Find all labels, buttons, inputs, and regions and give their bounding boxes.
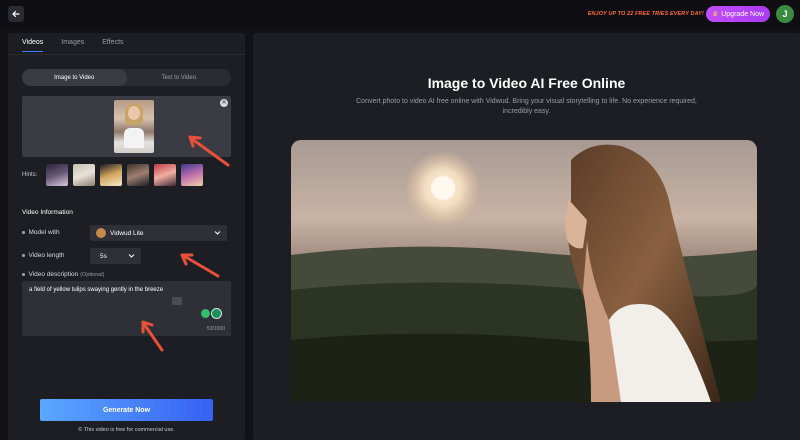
generate-button[interactable]: Generate Now — [40, 399, 213, 421]
description-text: a field of yellow tulips swaying gently … — [29, 287, 164, 293]
hints-label: Hints: — [22, 172, 38, 178]
length-select[interactable]: 5s — [90, 248, 141, 264]
tab-bar: Videos Images Effects — [22, 39, 124, 52]
length-label: Video length — [28, 252, 65, 259]
description-row: Video description (Optional) — [22, 271, 104, 278]
char-counter: 53/1000 — [206, 326, 225, 332]
length-value: 5s — [100, 252, 107, 260]
upgrade-button[interactable]: ♛ Upgrade Now — [706, 6, 770, 22]
hint-thumbnail[interactable] — [127, 164, 150, 186]
bullet-icon — [22, 273, 25, 276]
license-note: © This video is free for commercial use. — [8, 427, 245, 433]
model-value: Vidwud Lite — [110, 229, 144, 237]
sunset-woman-image — [291, 140, 757, 402]
hints-row: Hints: — [22, 164, 204, 186]
description-input[interactable]: a field of yellow tulips swaying gently … — [22, 281, 231, 336]
chevron-down-icon — [128, 254, 135, 258]
tab-effects[interactable]: Effects — [102, 39, 123, 52]
hint-thumbnail[interactable] — [154, 164, 177, 186]
bullet-icon — [22, 254, 25, 257]
annotation-arrow — [141, 320, 164, 352]
length-row: Video length — [22, 252, 65, 259]
annotation-arrow — [180, 253, 220, 278]
grammar-tool-icon[interactable] — [201, 309, 210, 318]
hint-thumbnail[interactable] — [73, 164, 96, 186]
model-logo-icon — [96, 228, 106, 238]
enhance-icon[interactable] — [172, 297, 182, 305]
mode-image-to-video[interactable]: Image to Video — [22, 69, 127, 86]
tab-divider — [8, 54, 245, 55]
license-text: This video is free for commercial use. — [83, 427, 175, 433]
crown-icon: ♛ — [711, 11, 719, 18]
hint-thumbnail[interactable] — [100, 164, 123, 186]
bullet-icon — [22, 231, 25, 234]
annotation-arrow — [188, 135, 230, 167]
chevron-down-icon — [214, 231, 221, 235]
copyright-icon: © — [78, 427, 83, 433]
hint-thumbnail[interactable] — [46, 164, 69, 186]
promo-text: ENJOY UP TO 22 FREE TRIES EVERY DAY! — [587, 11, 704, 17]
upgrade-label: Upgrade Now — [721, 10, 765, 18]
model-row: Model with — [22, 229, 60, 236]
preview-panel: Image to Video AI Free Online Convert ph… — [253, 33, 800, 440]
close-icon[interactable]: ✕ — [220, 99, 228, 107]
generator-panel: Videos Images Effects Image to Video Tex… — [8, 33, 245, 440]
tab-images[interactable]: Images — [61, 39, 84, 52]
avatar[interactable]: J — [776, 5, 794, 23]
optional-label: (Optional) — [80, 271, 105, 278]
tab-videos[interactable]: Videos — [22, 39, 44, 52]
uploaded-image — [114, 100, 154, 153]
model-select[interactable]: Vidwud Lite — [90, 225, 227, 241]
assistant-tool-icon[interactable] — [211, 308, 222, 319]
model-label: Model with — [28, 229, 60, 236]
example-video-preview[interactable] — [291, 140, 757, 402]
description-label: Video description — [28, 271, 79, 278]
section-title: Video Information — [22, 209, 73, 216]
page-title: Image to Video AI Free Online — [427, 75, 626, 91]
back-button[interactable] — [8, 6, 24, 22]
back-arrow-icon — [12, 10, 20, 18]
mode-switch: Image to Video Text to Video — [22, 69, 231, 86]
page-subtitle: Convert photo to video AI free online wi… — [356, 98, 697, 115]
top-bar: ENJOY UP TO 22 FREE TRIES EVERY DAY! ♛ U… — [0, 0, 800, 30]
mode-text-to-video[interactable]: Text to Video — [127, 69, 232, 86]
